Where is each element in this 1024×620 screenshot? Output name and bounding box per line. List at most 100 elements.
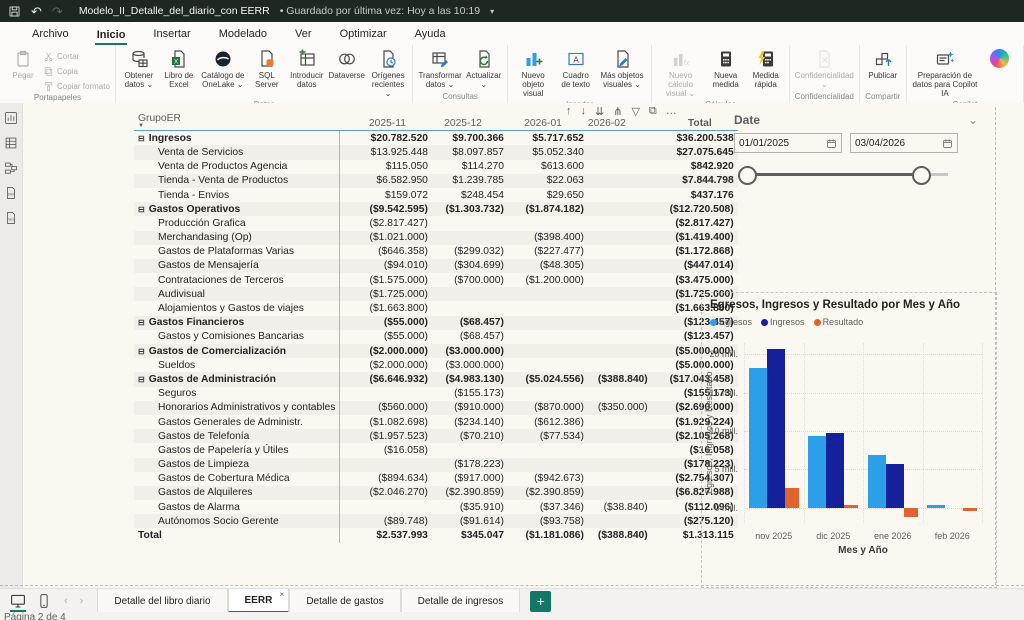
save-icon[interactable] [8, 5, 21, 18]
table-row[interactable]: Gastos de Cobertura Médica($894.634)($91… [134, 472, 738, 486]
orígenes-recientes-button[interactable]: Orígenes recientes ⌄ [367, 46, 410, 99]
bar-resultado-feb-2026[interactable] [963, 508, 977, 511]
table-row[interactable]: Gastos de Telefonía($1.957.523)($70.210)… [134, 429, 738, 443]
table-row[interactable]: Venta de Servicios$13.925.448$8.097.857$… [134, 145, 738, 159]
obtener-datos-button[interactable]: Obtener datos ⌄ [119, 46, 159, 90]
dax-query-view-icon[interactable]: DAX [4, 186, 18, 200]
mobile-layout-icon[interactable] [36, 593, 52, 609]
medida-rápida-button[interactable]: Medida rápida [746, 46, 786, 90]
menu-tab-ver[interactable]: Ver [293, 25, 314, 45]
report-view-icon[interactable] [4, 111, 18, 125]
page-tab-eerr[interactable]: EERR× [228, 589, 290, 613]
más-objetos-visuales-button[interactable]: Más objetos visuales ⌄ [596, 46, 649, 90]
page-tab-detalle-del-libro-diario[interactable]: Detalle del libro diario [97, 589, 227, 613]
bar-resultado-dic-2025[interactable] [844, 505, 858, 508]
table-row[interactable]: Audivisual($1.725.000)($1.725.000) [134, 287, 738, 301]
bar-egresos-dic-2025[interactable] [808, 436, 826, 508]
menu-tab-inicio[interactable]: Inicio [95, 26, 128, 46]
table-row[interactable]: Alojamientos y Gastos de viajes($1.663.8… [134, 301, 738, 315]
page-tab-detalle-de-ingresos[interactable]: Detalle de ingresos [401, 589, 521, 613]
table-row[interactable]: Total$2.537.993$345.047($1.181.086)($388… [134, 528, 738, 542]
table-row[interactable]: ⊟Ingresos$20.782.520$9.700.366$5.717.652… [134, 131, 738, 146]
table-row[interactable]: Gastos de Mensajería($94.010)($304.699)(… [134, 259, 738, 273]
table-row[interactable]: Gastos Generales de Administr.($1.082.69… [134, 415, 738, 429]
column-header-2026-02[interactable]: 2026-02 [588, 111, 652, 131]
table-row[interactable]: ⊟Gastos Operativos($9.542.595)($1.303.73… [134, 202, 738, 216]
menu-tab-modelado[interactable]: Modelado [217, 25, 269, 45]
bar-egresos-ene-2026[interactable] [868, 455, 886, 508]
undo-icon[interactable]: ↶ [31, 5, 42, 18]
bar-ingresos-ene-2026[interactable] [886, 464, 904, 508]
table-row[interactable]: Gastos y Comisiones Bancarias($55.000)($… [134, 330, 738, 344]
legend-item-resultado[interactable]: Resultado [814, 317, 864, 327]
actualizar-button[interactable]: Actualizar ⌄ [464, 46, 504, 90]
menu-tab-optimizar[interactable]: Optimizar [338, 25, 389, 45]
publicar-button[interactable]: Publicar [863, 46, 903, 81]
model-view-icon[interactable] [4, 161, 18, 175]
calendar-icon[interactable] [942, 138, 953, 149]
bar-chart-visual[interactable]: Egresos, Ingresos y Resultado por Mes y … [701, 292, 997, 588]
new-page-button[interactable]: + [530, 591, 551, 612]
table-row[interactable]: Gastos de Limpieza($178.223)($178.223) [134, 458, 738, 472]
nueva-medida-button[interactable]: Nueva medida [706, 46, 746, 90]
table-row[interactable]: Gastos de Papelería y Útiles($16.058)($1… [134, 443, 738, 457]
collapse-icon[interactable]: ⊟ [138, 134, 145, 143]
date-slicer[interactable]: Date ⌄ 01/01/2025 03/04/2026 [734, 113, 966, 201]
introducir-datos-button[interactable]: Introducir datos [287, 46, 327, 90]
title-caret-icon[interactable]: ▾ [490, 7, 494, 16]
menu-tab-ayuda[interactable]: Ayuda [413, 25, 448, 45]
table-row[interactable]: Honorarios Administrativos y contables($… [134, 401, 738, 415]
column-header-grupoer[interactable]: GrupoER▼ [134, 111, 340, 131]
table-row[interactable]: Sueldos($2.000.000)($3.000.000)($5.000.0… [134, 358, 738, 372]
bar-resultado-ene-2026[interactable] [904, 508, 918, 517]
collapse-icon[interactable]: ⊟ [138, 375, 145, 384]
menu-tab-insertar[interactable]: Insertar [151, 25, 192, 45]
end-date-field[interactable]: 03/04/2026 [850, 133, 958, 153]
preparación-de-datos-para-copilot-ia-button[interactable]: Preparación de datos para Copilot IA [910, 46, 980, 99]
slider-selected-range[interactable] [742, 173, 920, 176]
bar-egresos-nov-2025[interactable] [749, 368, 767, 508]
collapse-icon[interactable]: ⊟ [138, 318, 145, 327]
menu-tab-archivo[interactable]: Archivo [30, 25, 71, 45]
bar-egresos-feb-2026[interactable] [927, 505, 945, 508]
table-row[interactable]: Gastos de Alquileres($2.046.270)($2.390.… [134, 486, 738, 500]
legend-item-egresos[interactable]: Egresos [710, 317, 752, 327]
libro-de-excel-button[interactable]: XLibro de Excel [159, 46, 199, 90]
chevron-down-icon[interactable]: ⌄ [968, 113, 978, 127]
dataverse-button[interactable]: Dataverse [327, 46, 367, 81]
table-row[interactable]: Contrataciones de Terceros($1.575.000)($… [134, 273, 738, 287]
table-row[interactable]: Seguros($155.173)($155.173) [134, 387, 738, 401]
calendar-icon[interactable] [826, 138, 837, 149]
data-view-icon[interactable] [4, 136, 18, 150]
slider-handle-end[interactable] [912, 166, 931, 185]
bar-ingresos-nov-2025[interactable] [767, 349, 785, 508]
page-tab-detalle-de-gastos[interactable]: Detalle de gastos [289, 589, 400, 613]
nuevo-objeto-visual-button[interactable]: Nuevo objeto visual [511, 46, 556, 99]
copilot-button[interactable] [980, 46, 1020, 70]
table-row[interactable]: Producción Grafica($2.817.427)($2.817.42… [134, 216, 738, 230]
slider-handle-start[interactable] [738, 166, 757, 185]
table-row[interactable]: ⊟Gastos Financieros($55.000)($68.457)($1… [134, 316, 738, 330]
cuadro-de-texto-button[interactable]: ACuadro de texto [556, 46, 596, 90]
table-row[interactable]: ⊟Gastos de Administración($6.646.932)($4… [134, 372, 738, 386]
sql-server-button[interactable]: SQL Server [247, 46, 287, 90]
column-header-total[interactable]: Total [652, 111, 738, 131]
catálogo-de-onelake-button[interactable]: Catálogo de OneLake ⌄ [199, 46, 247, 90]
table-row[interactable]: Tienda - Venta de Productos$6.582.950$1.… [134, 174, 738, 188]
column-header-2025-11[interactable]: 2025-11 [340, 111, 432, 131]
table-row[interactable]: Autónomos Socio Gerente($89.748)($91.614… [134, 514, 738, 528]
bar-resultado-nov-2025[interactable] [785, 488, 799, 507]
transformar-datos-button[interactable]: Transformar datos ⌄ [416, 46, 463, 90]
desktop-view-icon[interactable] [10, 593, 26, 609]
table-row[interactable]: Gastos de Alarma($35.910)($37.346)($38.8… [134, 500, 738, 514]
table-row[interactable]: Tienda - Envios$159.072$248.454$29.650$4… [134, 188, 738, 202]
bar-ingresos-dic-2025[interactable] [826, 433, 844, 507]
table-row[interactable]: Gastos de Plataformas Varias($646.358)($… [134, 245, 738, 259]
collapse-icon[interactable]: ⊟ [138, 205, 145, 214]
table-row[interactable]: Venta de Productos Agencia$115.050$114.2… [134, 160, 738, 174]
close-icon[interactable]: × [280, 590, 285, 599]
matrix-visual[interactable]: GrupoER▼2025-112025-122026-012026-02Tota… [134, 111, 738, 543]
start-date-field[interactable]: 01/01/2025 [734, 133, 842, 153]
collapse-icon[interactable]: ⊟ [138, 347, 145, 356]
column-header-2025-12[interactable]: 2025-12 [432, 111, 508, 131]
